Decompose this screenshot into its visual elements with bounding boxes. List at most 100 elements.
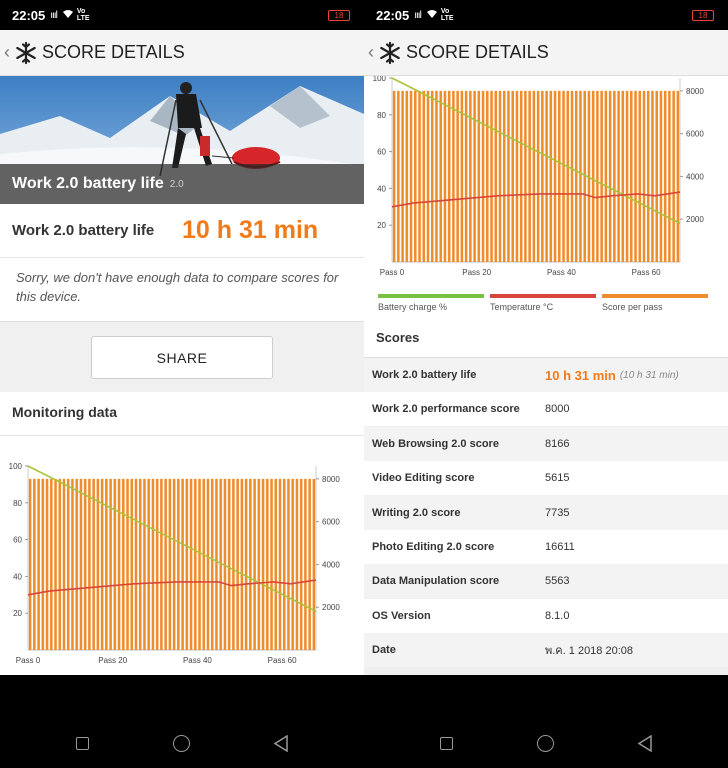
share-area: SHARE (0, 322, 364, 392)
battery-icon: 18 (328, 10, 350, 21)
score-bar (515, 90, 519, 262)
battery-icon: 18 (692, 10, 714, 21)
score-bar (75, 478, 78, 650)
score-bar (113, 478, 117, 650)
x-tick-label: Pass 0 (16, 656, 41, 665)
score-bar (562, 90, 565, 262)
score-bar (287, 478, 290, 650)
right-screen: 22:05 ıııl Vo LTE 18 ‹ SCORE DETAILS 20 40… (364, 0, 728, 675)
score-value: พ.ค. 1 2018 20:08 (545, 645, 634, 658)
score-bar (278, 478, 282, 650)
volte-top: Vo (440, 8, 450, 15)
score-row: Web Browsing 2.0 score 8166 (364, 426, 728, 461)
y-right-tick-label: 6000 (322, 518, 340, 527)
x-tick-label: Pass 0 (380, 268, 405, 277)
score-bar (33, 478, 36, 650)
score-bar (409, 90, 413, 262)
comparison-message: Sorry, we don't have enough data to comp… (0, 258, 364, 322)
score-bar (414, 90, 417, 262)
circle-icon[interactable] (173, 735, 190, 752)
score-bar (443, 90, 447, 262)
page-title: SCORE DETAILS (42, 42, 185, 62)
back-chevron-icon[interactable]: ‹ (368, 42, 378, 63)
score-bar (54, 478, 57, 650)
score-bar (634, 90, 637, 262)
signal-icon: ıııl (50, 9, 58, 21)
score-bar (655, 90, 658, 262)
y-right-tick-label: 6000 (686, 130, 704, 139)
legend-temperature-label: Temperature °C (490, 302, 554, 312)
score-bar (210, 478, 214, 650)
status-bar: 22:05 ıııl Vo LTE 18 (0, 0, 364, 30)
hero-title: Work 2.0 battery life (12, 175, 164, 192)
score-bar (536, 90, 540, 262)
score-bar (249, 478, 252, 650)
legend-temperature-swatch (490, 294, 596, 298)
score-bar (460, 90, 464, 262)
wifi-icon (62, 9, 74, 22)
score-bar (151, 478, 155, 650)
legend-battery-swatch (378, 294, 484, 298)
y-left-tick-label: 20 (13, 609, 22, 618)
scores-title: Scores (364, 318, 728, 358)
score-row: Work 2.0 performance score 8000 (364, 392, 728, 427)
score-name: Video Editing score (372, 472, 475, 485)
score-bar (668, 90, 671, 262)
score-bar (435, 90, 438, 262)
y-left-tick-label: 60 (377, 148, 386, 157)
score-bar (227, 478, 231, 650)
back-triangle-icon[interactable] (273, 735, 289, 752)
score-bar (676, 90, 680, 262)
score-bar (494, 90, 498, 262)
score-sub-value: (10 h 31 min) (619, 369, 679, 381)
circle-icon[interactable] (537, 735, 554, 752)
y-left-tick-label: 80 (377, 111, 386, 120)
score-bar (617, 90, 620, 262)
y-left-tick-label: 100 (9, 462, 23, 471)
score-bar (240, 478, 244, 650)
score-bar (591, 90, 595, 262)
score-bar (401, 90, 404, 262)
score-bar (194, 478, 197, 650)
score-bar (83, 478, 87, 650)
legend-battery-label: Battery charge % (378, 302, 448, 312)
status-time: 22:05 (12, 7, 46, 23)
score-bar (498, 90, 502, 262)
score-bar (490, 90, 493, 262)
score-bar (37, 478, 40, 650)
score-bar (266, 478, 269, 650)
score-bar (62, 478, 66, 650)
square-icon[interactable] (440, 737, 453, 750)
score-bar (126, 478, 129, 650)
score-bar (164, 478, 167, 650)
score-bar (274, 478, 278, 650)
square-icon[interactable] (76, 737, 89, 750)
score-bar (566, 90, 570, 262)
score-bar (181, 478, 184, 650)
score-bar (473, 90, 476, 262)
back-chevron-icon[interactable]: ‹ (4, 42, 14, 63)
score-bar (206, 478, 210, 650)
score-row: Writing 2.0 score 7735 (364, 495, 728, 530)
score-bar (553, 90, 557, 262)
legend-temperature: Temperature °C (490, 294, 596, 312)
hero-image: Work 2.0 battery life 2.0 (0, 76, 364, 204)
score-bar (257, 478, 261, 650)
share-button[interactable]: SHARE (91, 336, 273, 379)
score-row: Data Manipulation score 5563 (364, 564, 728, 599)
score-bar (511, 90, 514, 262)
score-bar (426, 90, 430, 262)
back-triangle-icon[interactable] (637, 735, 653, 752)
score-name: OS Version (372, 609, 431, 622)
volte-top: Vo (76, 8, 86, 15)
score-bar (172, 478, 176, 650)
score-bar (439, 90, 442, 262)
score-bar (663, 90, 667, 262)
score-bar (134, 478, 138, 650)
x-tick-label: Pass 40 (547, 268, 576, 277)
score-name: Web Browsing 2.0 score (372, 437, 499, 450)
score-name: Data Manipulation score (372, 575, 500, 588)
monitoring-chart-left: 20 40 60 80 100 2000 4000 6000 8000 Pass 0 Pass 20… (0, 436, 364, 675)
score-bar (405, 90, 409, 262)
score-bar (574, 90, 578, 262)
